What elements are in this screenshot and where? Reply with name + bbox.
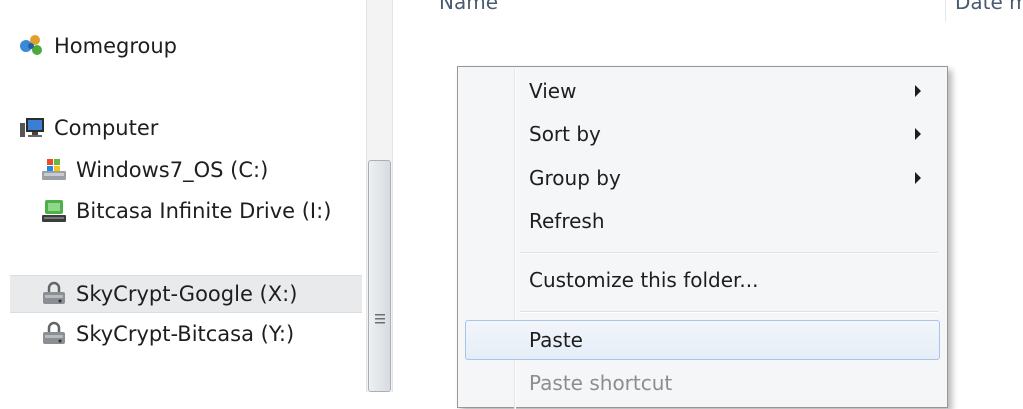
drive-label: Windows7_OS (C:)	[76, 158, 269, 182]
context-menu: View Sort by Group by Refresh Customize …	[457, 66, 948, 409]
nav-item-windows7-os[interactable]: Windows7_OS (C:)	[40, 152, 400, 188]
system-drive-icon	[40, 157, 68, 183]
menu-item-label: View	[529, 79, 577, 103]
menu-item-label: Refresh	[529, 209, 605, 233]
grip-icon	[375, 313, 385, 325]
submenu-arrow-icon	[915, 85, 921, 97]
homegroup-icon	[18, 33, 46, 59]
nav-scrollbar-thumb[interactable]	[368, 160, 391, 392]
menu-item-group-by[interactable]: Group by	[462, 157, 943, 199]
menu-item-paste-shortcut[interactable]: Paste shortcut	[462, 362, 943, 404]
menu-item-label: Paste	[529, 328, 583, 352]
menu-item-label: Customize this folder...	[529, 268, 759, 292]
network-drive-icon	[40, 198, 68, 224]
column-divider[interactable]	[945, 0, 946, 22]
nav-item-skycrypt-bitcasa[interactable]: SkyCrypt-Bitcasa (Y:)	[40, 316, 400, 352]
nav-item-bitcasa-drive[interactable]: Bitcasa Infinite Drive (I:)	[40, 193, 400, 229]
menu-item-paste[interactable]: Paste	[465, 320, 940, 360]
menu-item-view[interactable]: View	[462, 70, 943, 112]
drive-label: SkyCrypt-Bitcasa (Y:)	[76, 322, 295, 346]
column-header-date-modified[interactable]: Date m	[955, 0, 1023, 14]
menu-item-refresh[interactable]: Refresh	[462, 200, 943, 242]
submenu-arrow-icon	[915, 172, 921, 184]
submenu-arrow-icon	[915, 128, 921, 140]
computer-label: Computer	[54, 116, 159, 140]
nav-item-homegroup[interactable]: Homegroup	[18, 28, 378, 64]
navigation-pane: Homegroup Computer Windows7_OS (C:) Bitc…	[0, 0, 392, 392]
menu-item-sort-by[interactable]: Sort by	[462, 113, 943, 155]
nav-item-skycrypt-google[interactable]: SkyCrypt-Google (X:)	[10, 275, 362, 313]
computer-icon	[18, 115, 46, 141]
nav-item-computer[interactable]: Computer	[18, 110, 378, 146]
menu-item-label: Paste shortcut	[529, 371, 673, 395]
menu-item-customize-folder[interactable]: Customize this folder...	[462, 259, 943, 301]
drive-label: SkyCrypt-Google (X:)	[76, 282, 298, 306]
locked-drive-icon	[40, 321, 68, 347]
menu-item-label: Group by	[529, 166, 621, 190]
menu-item-label: Sort by	[529, 122, 601, 146]
homegroup-label: Homegroup	[54, 34, 178, 58]
column-header-name[interactable]: Name	[439, 0, 498, 14]
menu-separator	[520, 311, 938, 313]
menu-separator	[520, 252, 938, 254]
drive-label: Bitcasa Infinite Drive (I:)	[76, 199, 332, 223]
locked-drive-icon	[40, 281, 68, 307]
